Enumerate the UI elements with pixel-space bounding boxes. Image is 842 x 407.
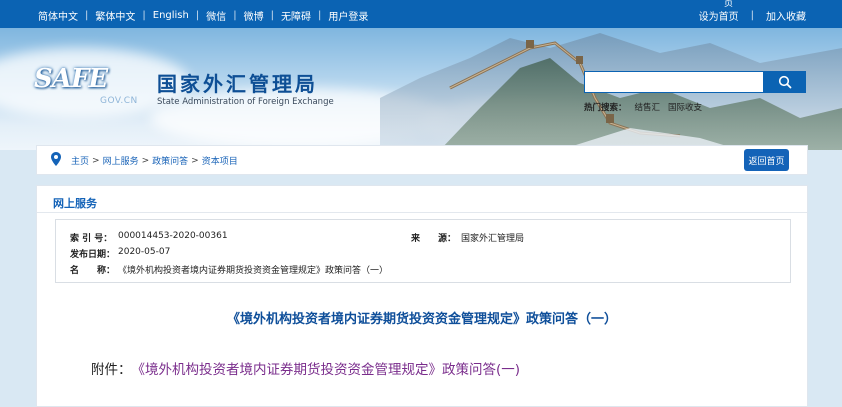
- accessibility-link[interactable]: 无障碍: [281, 8, 311, 23]
- meta-row-index: 索 引 号： 000014453-2020-00361: [70, 231, 228, 244]
- search-button[interactable]: [764, 71, 806, 93]
- breadcrumb-online-service[interactable]: 网上服务: [103, 154, 139, 167]
- hot-search: 热门搜索： 结售汇 国际收支: [584, 101, 710, 113]
- breadcrumb-separator: >: [92, 155, 100, 166]
- meta-value: 2020-05-07: [118, 247, 171, 257]
- breadcrumb-policy-qa[interactable]: 政策问答: [152, 154, 188, 167]
- meta-row-date: 发布日期： 2020-05-07: [70, 247, 170, 260]
- logo-safe: SAFE: [34, 64, 108, 94]
- attachment-line: 附件： 《境外机构投资者境内证券期货投资资金管理规定》政策问答(一): [91, 358, 520, 378]
- meta-value: 000014453-2020-00361: [118, 231, 228, 241]
- lang-traditional-link[interactable]: 繁体中文: [95, 8, 135, 23]
- hot-search-link[interactable]: 结售汇: [635, 101, 661, 113]
- search-input[interactable]: [584, 71, 764, 93]
- meta-row-source: 来 源： 国家外汇管理局: [411, 231, 524, 244]
- divider: |: [85, 10, 89, 21]
- meta-label: 索 引 号：: [70, 234, 113, 244]
- hot-search-label: 热门搜索：: [584, 103, 627, 113]
- top-right-links: 设为首页 | 加入收藏: [699, 8, 806, 23]
- breadcrumb-separator: >: [141, 155, 150, 166]
- hot-search-link[interactable]: 国际收支: [668, 101, 702, 113]
- logo-domain: GOV.CN: [100, 96, 138, 106]
- meta-label: 名 称：: [70, 266, 116, 276]
- divider: |: [233, 10, 237, 21]
- divider: |: [750, 10, 754, 21]
- divider: |: [195, 10, 200, 21]
- divider: |: [270, 10, 274, 21]
- attachment-link[interactable]: 《境外机构投资者境内证券期货投资资金管理规定》政策问答(一): [132, 358, 521, 378]
- site-name-en: State Administration of Foreign Exchange: [157, 97, 334, 107]
- document-title: 《境外机构投资者境内证券期货投资资金管理规定》政策问答（一）: [226, 312, 617, 327]
- divider: |: [142, 10, 146, 21]
- lang-english-link[interactable]: English: [153, 10, 189, 21]
- breadcrumb-home[interactable]: 主页: [71, 154, 89, 167]
- breadcrumb-panel: 主页 > 网上服务 > 政策问答 > 资本项目 返回首页: [36, 145, 808, 175]
- breadcrumb-separator: >: [191, 155, 199, 166]
- divider: [37, 212, 807, 213]
- meta-label: 来 源：: [411, 234, 457, 244]
- meta-row-name: 名 称： 《境外机构投资者境内证券期货投资资金管理规定》政策问答（一）: [70, 263, 388, 276]
- search-icon: [778, 75, 792, 89]
- site-name-cn: 国家外汇管理局: [157, 72, 318, 96]
- main-content: 网上服务 索 引 号： 000014453-2020-00361 来 源： 国家…: [36, 185, 808, 407]
- divider: |: [317, 10, 322, 21]
- location-pin-icon: [51, 152, 61, 166]
- user-login-link[interactable]: 用户登录: [328, 8, 368, 23]
- meta-label: 发布日期：: [70, 250, 116, 260]
- attachment-label: 附件：: [91, 362, 132, 378]
- language-links: 简体中文 | 繁体中文 | English | 微信 | 微博 | 无障碍 | …: [38, 8, 368, 23]
- wechat-link[interactable]: 微信: [206, 8, 226, 23]
- breadcrumb-capital-account[interactable]: 资本项目: [202, 154, 238, 167]
- meta-value: 国家外汇管理局: [461, 234, 525, 244]
- document-meta-table: 索 引 号： 000014453-2020-00361 来 源： 国家外汇管理局…: [55, 219, 791, 283]
- header-banner: SAFE GOV.CN 国家外汇管理局 State Administration…: [0, 28, 842, 150]
- weibo-link[interactable]: 微博: [244, 8, 264, 23]
- lang-simplified-link[interactable]: 简体中文: [38, 8, 78, 23]
- meta-value: 《境外机构投资者境内证券期货投资资金管理规定》政策问答（一）: [118, 266, 389, 276]
- breadcrumb: 主页 > 网上服务 > 政策问答 > 资本项目: [71, 154, 238, 168]
- return-home-button[interactable]: 返回首页: [744, 149, 789, 171]
- section-title: 网上服务: [53, 197, 97, 210]
- top-bar: 页 简体中文 | 繁体中文 | English | 微信 | 微博 | 无障碍 …: [0, 0, 842, 28]
- set-home-link[interactable]: 设为首页: [699, 8, 739, 23]
- add-favorite-link[interactable]: 加入收藏: [766, 8, 806, 23]
